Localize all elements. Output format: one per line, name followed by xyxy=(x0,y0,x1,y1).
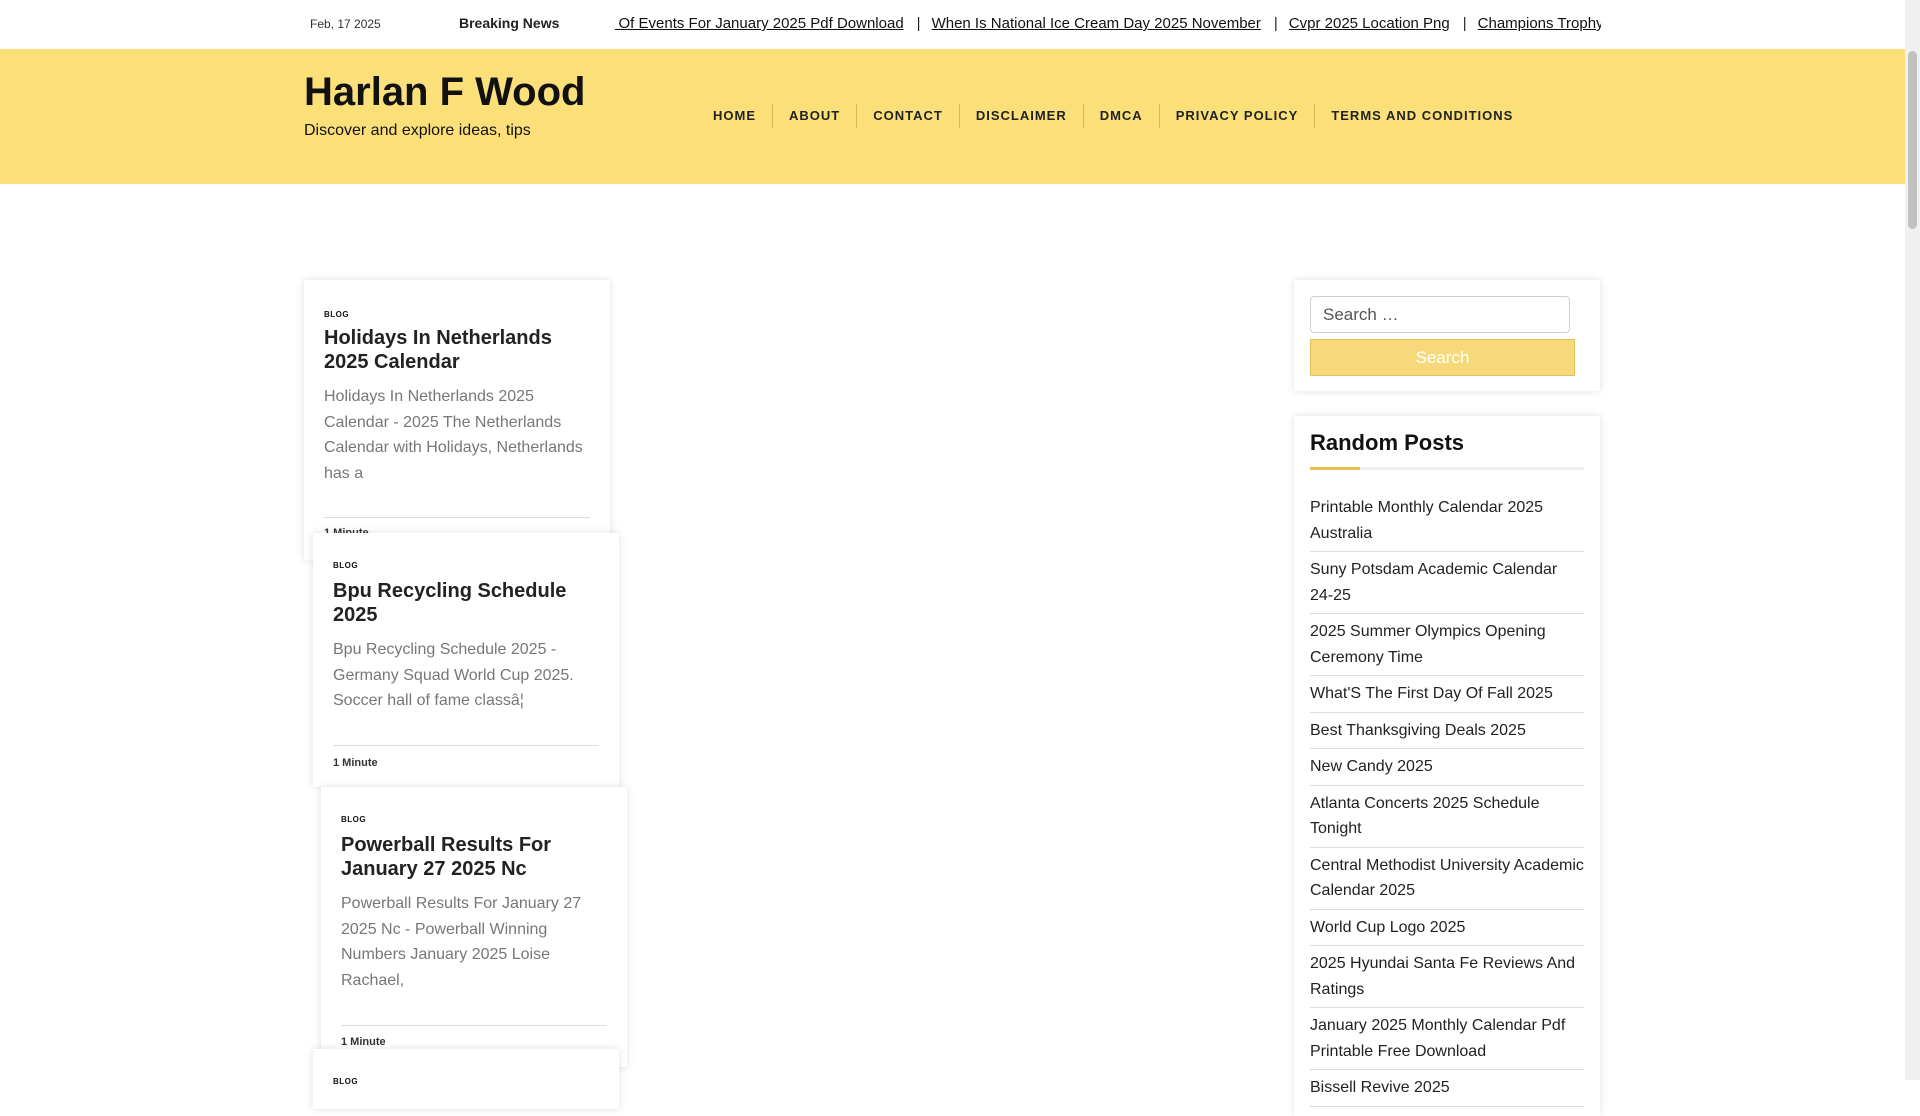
random-post-link[interactable]: World Cup Logo 2025 xyxy=(1310,910,1584,946)
post-read-time: 1 Minute xyxy=(341,1036,386,1048)
widget-title-underline xyxy=(1310,467,1584,470)
nav-contact[interactable]: CONTACT xyxy=(856,104,959,128)
ticker-link[interactable]: When Is National Ice Cream Day 2025 Nove… xyxy=(932,15,1261,32)
main-nav: HOME ABOUT CONTACT DISCLAIMER DMCA PRIVA… xyxy=(697,104,1529,128)
card-divider xyxy=(324,517,590,518)
post-card: BLOG Holidays In Netherlands 2025 Calend… xyxy=(304,280,610,560)
post-title[interactable]: Holidays In Netherlands 2025 Calendar xyxy=(324,326,594,374)
nav-privacy-policy[interactable]: PRIVACY POLICY xyxy=(1158,104,1315,128)
top-bar: Feb, 17 2025 Breaking News List Of Event… xyxy=(0,0,1905,50)
random-post-link[interactable]: Best Thanksgiving Deals 2025 xyxy=(1310,713,1584,749)
nav-dmca[interactable]: DMCA xyxy=(1082,104,1159,128)
post-excerpt: Bpu Recycling Schedule 2025 - Germany Sq… xyxy=(333,641,574,709)
post-excerpt: Powerball Results For January 27 2025 Nc… xyxy=(341,895,582,989)
post-card: BLOG xyxy=(313,1049,619,1109)
site-title[interactable]: Harlan F Wood xyxy=(304,70,585,115)
post-category[interactable]: BLOG xyxy=(333,1077,358,1086)
card-divider xyxy=(333,745,599,746)
ticker-link[interactable]: Champions Trophy 2025 xyxy=(1478,15,1601,32)
nav-disclaimer[interactable]: DISCLAIMER xyxy=(958,104,1083,128)
search-button[interactable]: Search xyxy=(1310,339,1575,376)
widget-title-accent xyxy=(1310,467,1360,470)
ticker-separator: | xyxy=(1273,15,1278,32)
post-category[interactable]: BLOG xyxy=(324,310,349,319)
post-category[interactable]: BLOG xyxy=(341,815,366,824)
ticker-separator: | xyxy=(1462,15,1467,32)
random-post-link[interactable]: Suny Potsdam Academic Calendar 24-25 xyxy=(1310,552,1584,614)
ticker-link[interactable]: Cvpr 2025 Location Png xyxy=(1289,15,1450,32)
random-posts-title: Random Posts xyxy=(1310,430,1465,455)
nav-terms[interactable]: TERMS AND CONDITIONS xyxy=(1314,104,1529,128)
nav-home[interactable]: HOME xyxy=(697,104,772,128)
scrollbar-thumb[interactable] xyxy=(1908,51,1917,229)
post-category[interactable]: BLOG xyxy=(333,561,358,570)
random-posts-list: Printable Monthly Calendar 2025 Australi… xyxy=(1310,490,1584,1107)
random-post-link[interactable]: January 2025 Monthly Calendar Pdf Printa… xyxy=(1310,1008,1584,1070)
random-post-link[interactable]: Central Methodist University Academic Ca… xyxy=(1310,848,1584,910)
random-post-link[interactable]: New Candy 2025 xyxy=(1310,749,1584,786)
ticker-separator: | xyxy=(916,15,921,32)
random-post-link[interactable]: 2025 Summer Olympics Opening Ceremony Ti… xyxy=(1310,614,1584,676)
post-excerpt: Holidays In Netherlands 2025 Calendar - … xyxy=(324,388,583,482)
random-post-link[interactable]: What'S The First Day Of Fall 2025 xyxy=(1310,676,1584,713)
random-posts-widget: Random Posts Printable Monthly Calendar … xyxy=(1294,416,1600,1116)
site-tagline: Discover and explore ideas, tips xyxy=(304,122,531,139)
post-card: BLOG Powerball Results For January 27 20… xyxy=(321,787,627,1067)
nav-about[interactable]: ABOUT xyxy=(772,104,856,128)
search-widget: Search xyxy=(1294,280,1600,391)
current-date: Feb, 17 2025 xyxy=(310,17,381,31)
post-title[interactable]: Bpu Recycling Schedule 2025 xyxy=(333,579,603,627)
search-input[interactable] xyxy=(1310,296,1570,333)
post-read-time: 1 Minute xyxy=(333,757,378,769)
random-post-link[interactable]: 2025 Hyundai Santa Fe Reviews And Rating… xyxy=(1310,946,1584,1008)
ticker-link[interactable]: List Of Events For January 2025 Pdf Down… xyxy=(615,15,904,32)
ticker-track: List Of Events For January 2025 Pdf Down… xyxy=(615,15,1601,32)
news-ticker: List Of Events For January 2025 Pdf Down… xyxy=(615,0,1601,49)
breaking-news-label: Breaking News xyxy=(459,15,560,31)
post-card: BLOG Bpu Recycling Schedule 2025 Bpu Rec… xyxy=(313,533,619,787)
page-scrollbar[interactable] xyxy=(1905,0,1920,1080)
random-post-link[interactable]: Atlanta Concerts 2025 Schedule Tonight xyxy=(1310,786,1584,848)
random-post-link[interactable]: Printable Monthly Calendar 2025 Australi… xyxy=(1310,490,1584,552)
post-title[interactable]: Powerball Results For January 27 2025 Nc xyxy=(341,833,611,881)
random-post-link[interactable]: Bissell Revive 2025 xyxy=(1310,1070,1584,1107)
card-divider xyxy=(341,1025,607,1026)
